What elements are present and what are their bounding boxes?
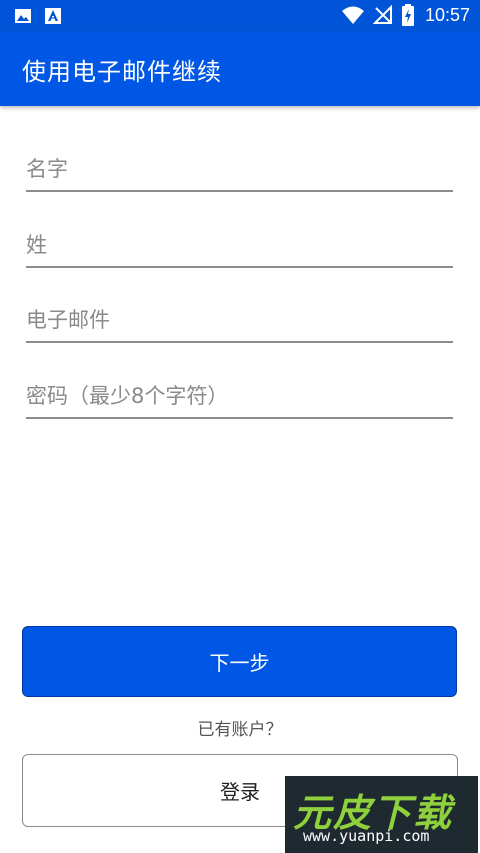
app-bar: 使用电子邮件继续 <box>0 32 480 106</box>
watermark-url: www.yuanpi.com <box>303 827 430 845</box>
password-input[interactable] <box>26 377 453 415</box>
status-time: 10:57 <box>424 4 470 25</box>
battery-charging-icon <box>401 4 414 26</box>
last-name-input[interactable] <box>26 226 453 264</box>
watermark-logo: 元皮下载 www.yuanpi.com <box>285 776 478 853</box>
page-title: 使用电子邮件继续 <box>22 58 222 86</box>
font-icon <box>45 8 61 24</box>
first-name-field[interactable] <box>26 150 453 192</box>
email-input[interactable] <box>26 301 453 339</box>
image-icon <box>15 9 31 23</box>
status-bar-notifications <box>14 7 62 25</box>
status-bar-system: 10:57 <box>341 4 470 26</box>
first-name-input[interactable] <box>26 150 453 188</box>
email-field[interactable] <box>26 301 453 343</box>
wifi-icon <box>341 6 364 24</box>
next-button[interactable]: 下一步 <box>22 626 457 697</box>
no-signal-icon <box>372 5 392 24</box>
password-field[interactable] <box>26 377 453 419</box>
status-bar: 10:57 <box>0 0 480 32</box>
have-account-text: 已有账户？ <box>197 720 283 740</box>
last-name-field[interactable] <box>26 226 453 268</box>
